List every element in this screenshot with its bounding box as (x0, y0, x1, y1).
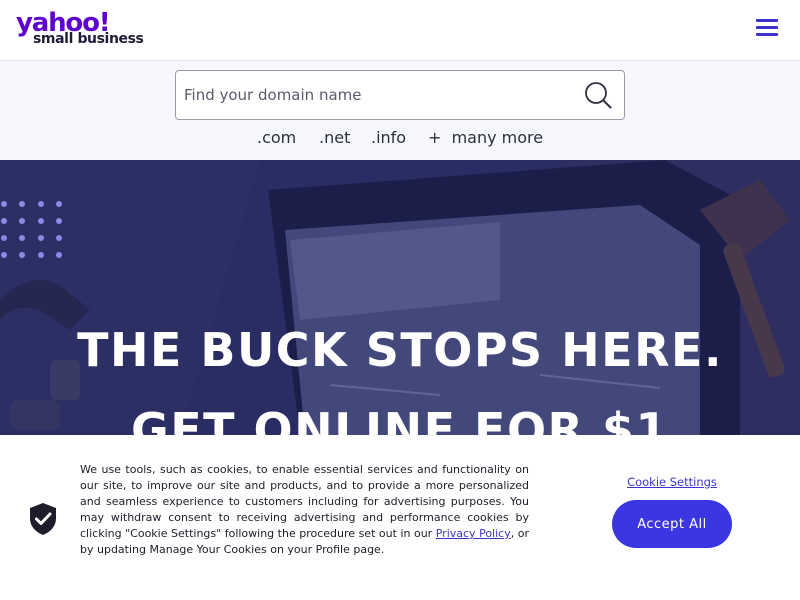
hero-banner: THE BUCK STOPS HERE. GET ONLINE FOR $1 (0, 160, 800, 435)
tld-net-link[interactable]: .net (319, 128, 350, 148)
privacy-policy-link[interactable]: Privacy Policy (436, 527, 511, 540)
domain-search-input[interactable] (184, 81, 574, 109)
logo-subtitle: small business (33, 31, 144, 47)
shield-check-icon (30, 503, 56, 535)
decorative-dot-grid (1, 201, 62, 258)
cookie-consent-banner: We use tools, such as cookies, to enable… (0, 435, 800, 600)
accept-all-button[interactable]: Accept All (612, 500, 732, 548)
yahoo-small-business-logo[interactable]: yahoo! small business (16, 8, 156, 50)
cookie-settings-link[interactable]: Cookie Settings (600, 475, 744, 489)
site-header: yahoo! small business (0, 0, 800, 61)
domain-search-box (175, 70, 625, 120)
menu-bar (756, 19, 778, 22)
menu-bar (756, 26, 778, 29)
hero-headline: THE BUCK STOPS HERE. (77, 323, 723, 377)
tld-info-link[interactable]: .info (371, 128, 406, 148)
search-icon[interactable] (584, 81, 612, 109)
menu-bar (756, 33, 778, 36)
tld-com-link[interactable]: .com (257, 128, 296, 148)
hero-overlay (0, 160, 800, 435)
domain-search-section: .com .net .info + many more (0, 61, 800, 160)
hero-subheadline: GET ONLINE FOR $1 (130, 403, 669, 435)
hamburger-menu-icon[interactable] (754, 17, 780, 39)
tld-links: .com .net .info + many more (0, 128, 800, 150)
cookie-consent-text: We use tools, such as cookies, to enable… (80, 462, 529, 558)
tld-many-more-link[interactable]: + many more (428, 128, 543, 148)
